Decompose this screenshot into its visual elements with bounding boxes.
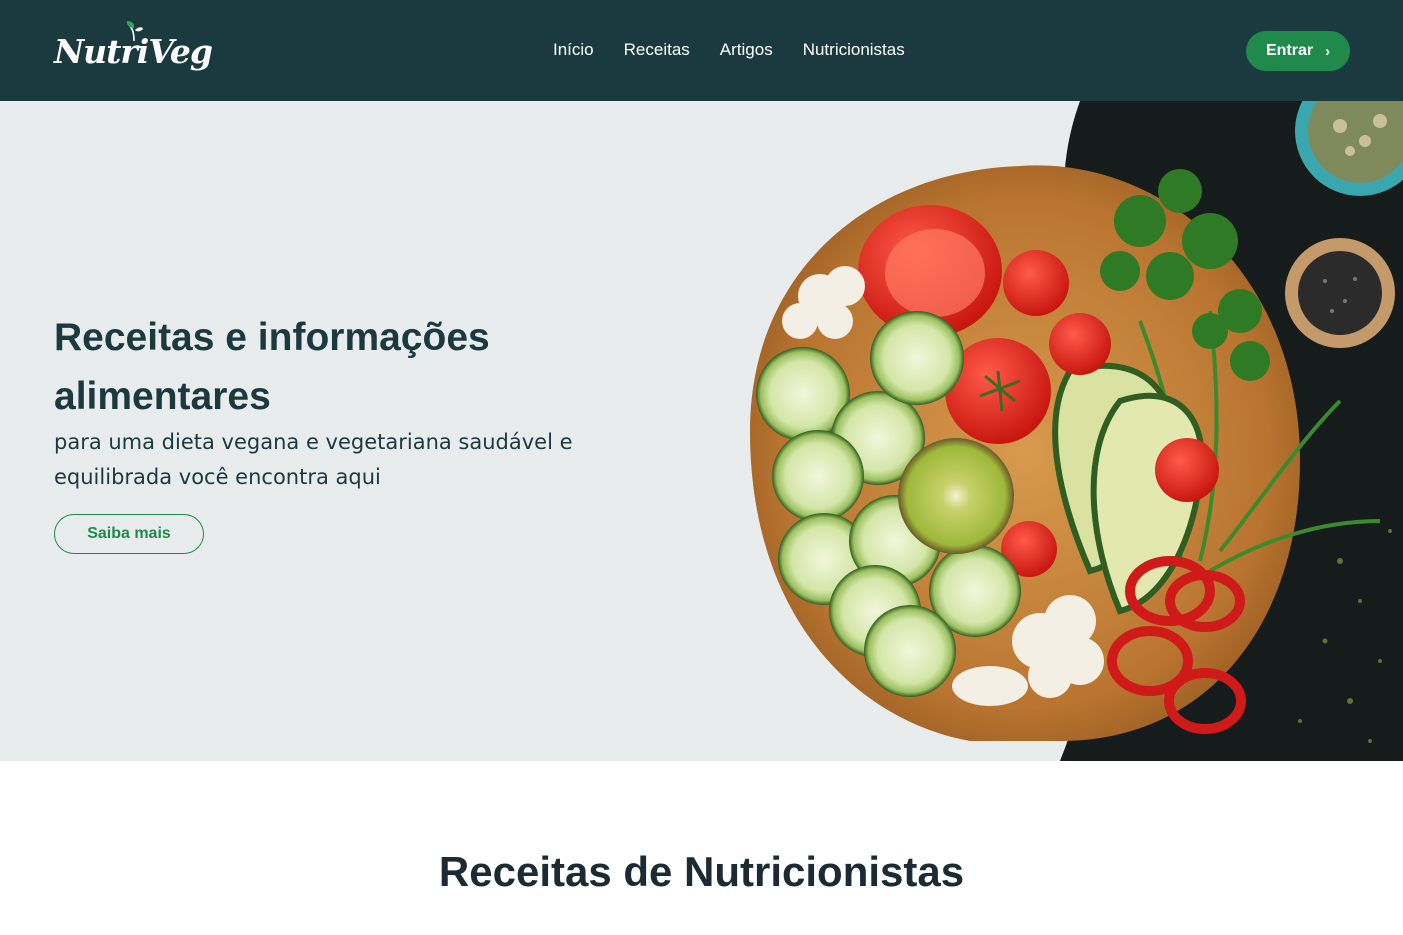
login-button[interactable]: Entrar ›	[1246, 31, 1350, 71]
brand-logo[interactable]: NutriVeg	[54, 21, 213, 84]
leaf-icon	[126, 21, 143, 42]
learn-more-label: Saiba mais	[87, 525, 171, 542]
nav-receitas[interactable]: Receitas	[624, 40, 690, 60]
main-nav: Início Receitas Artigos Nutricionistas	[553, 40, 935, 60]
login-button-label: Entrar	[1265, 42, 1314, 59]
learn-more-button[interactable]: Saiba mais	[54, 514, 204, 554]
hero-section: Receitas e informações alimentares para …	[0, 101, 1403, 761]
nav-artigos[interactable]: Artigos	[720, 40, 773, 60]
section-title: Receitas de Nutricionistas	[438, 848, 965, 895]
hero-title: Receitas e informações alimentares	[54, 316, 490, 418]
vegetables-cutting-board-image	[750, 101, 1403, 761]
nav-inicio[interactable]: Início	[553, 40, 594, 60]
nav-nutricionistas[interactable]: Nutricionistas	[803, 40, 905, 60]
navbar: NutriVeg Início Receitas Artigos Nutrici…	[0, 0, 1403, 101]
hero-subtitle: para uma dieta vegana e vegetariana saud…	[54, 430, 573, 489]
chevron-right-icon: ›	[1325, 42, 1331, 60]
